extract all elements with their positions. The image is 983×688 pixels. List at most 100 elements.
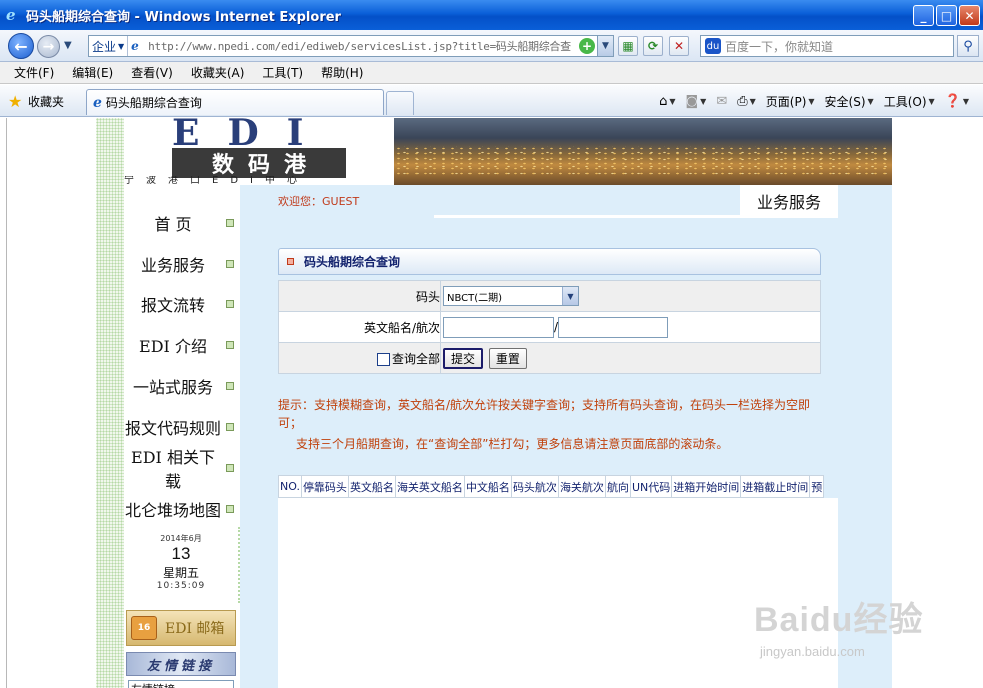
form-row-vessel: 英文船名/航次 /	[278, 311, 821, 343]
sidebar-item-code-rules[interactable]: 报文代码规则	[124, 412, 240, 442]
sidebar-item-edi-intro[interactable]: EDI 介绍	[124, 330, 240, 360]
decorative-border-left	[96, 118, 126, 688]
mail-button[interactable]: ✉	[716, 94, 727, 109]
print-button[interactable]: ⎙ ▼	[737, 94, 756, 109]
close-button[interactable]: ✕	[959, 5, 980, 26]
bullet-icon	[226, 505, 234, 513]
tab-current[interactable]: e 码头船期综合查询	[86, 89, 384, 115]
refresh-icon[interactable]: ⟳	[643, 36, 663, 56]
command-bar: ⌂ ▼ ◙ ▼ ✉ ⎙ ▼ 页面(P) ▼ 安全(S) ▼ 工具(O) ▼ ❓ ▼	[659, 93, 969, 110]
results-table-header: NO. 停靠码头 英文船名 海关英文船名 中文船名 码头航次 海关航次 航向 U…	[278, 475, 825, 498]
tools-menu-label: 工具(O)	[883, 95, 927, 109]
site-banner: E D I 数 码 港 宁波港口EDI中心	[124, 118, 892, 185]
col-terminal-voyage: 码头航次	[510, 475, 559, 498]
chevron-down-icon: ▼	[749, 97, 756, 106]
star-icon[interactable]: ★	[8, 92, 22, 111]
menu-edit[interactable]: 编辑(E)	[66, 64, 119, 81]
watermark-url: jingyan.baidu.com	[760, 644, 865, 659]
sidebar-item-downloads[interactable]: EDI 相关下载	[124, 444, 240, 492]
back-button[interactable]: ←	[8, 33, 34, 59]
sidebar-item-label: 业务服务	[124, 252, 222, 276]
vessel-label: 英文船名/航次	[278, 311, 441, 343]
bullet-icon	[226, 423, 234, 431]
col-eta-truncated: 预	[809, 475, 825, 498]
menu-view[interactable]: 查看(V)	[125, 64, 179, 81]
friend-links-select[interactable]: 友情链接	[128, 680, 234, 688]
sidebar-item-label: 北仑堆场地图	[124, 497, 222, 521]
sidebar-item-yard-map[interactable]: 北仑堆场地图	[124, 494, 240, 524]
chevron-down-icon[interactable]: ▼	[562, 287, 578, 305]
site-logo[interactable]: E D I 数 码 港 宁波港口EDI中心	[124, 118, 394, 185]
address-field[interactable]: 企业 ▼ e http://www.npedi.com/edi/ediweb/se…	[88, 35, 614, 57]
search-button[interactable]: ⚲	[957, 35, 979, 57]
panel-title: 码头船期综合查询	[304, 255, 401, 269]
col-gate-close: 进箱截止时间	[740, 475, 811, 498]
sidebar-item-business[interactable]: 业务服务	[124, 249, 240, 279]
menu-file[interactable]: 文件(F)	[8, 64, 60, 81]
tools-menu[interactable]: 工具(O) ▼	[884, 93, 935, 110]
forward-button[interactable]: →	[37, 35, 60, 58]
submit-button[interactable]: 提交	[443, 347, 484, 369]
window-controls: _ □ ✕	[913, 5, 980, 26]
query-all-checkbox[interactable]	[376, 352, 390, 366]
section-tab-business[interactable]: 业务服务	[740, 185, 838, 217]
page-icon: e	[131, 39, 139, 53]
menu-bar: 文件(F) 编辑(E) 查看(V) 收藏夹(A) 工具(T) 帮助(H)	[0, 62, 983, 84]
chevron-down-icon: ▼	[669, 97, 676, 106]
feeds-button[interactable]: ◙ ▼	[686, 94, 707, 109]
address-dropdown-button[interactable]: ▼	[597, 36, 613, 56]
add-icon[interactable]: +	[579, 38, 595, 54]
search-field[interactable]: du 百度一下，你就知道	[700, 35, 954, 57]
reset-button[interactable]: 重置	[488, 347, 527, 369]
sidebar-item-message-flow[interactable]: 报文流转	[124, 289, 240, 319]
terminal-cell: NBCT(二期) ▼	[440, 280, 821, 312]
history-dropdown-icon[interactable]: ▼	[64, 40, 72, 51]
logo-char: 数	[211, 152, 234, 178]
bullet-icon	[287, 258, 294, 265]
sidebar-item-label: EDI 介绍	[124, 333, 222, 357]
sidebar-item-label: EDI 相关下载	[124, 444, 222, 492]
bullet-icon	[226, 341, 234, 349]
sidebar-item-home[interactable]: 首 页	[124, 208, 240, 238]
sidebar-item-one-stop[interactable]: 一站式服务	[124, 371, 240, 401]
maximize-button[interactable]: □	[936, 5, 957, 26]
menu-favorites[interactable]: 收藏夹(A)	[185, 64, 251, 81]
minimize-button[interactable]: _	[913, 5, 934, 26]
safety-menu[interactable]: 安全(S) ▼	[825, 93, 874, 110]
logo-edi: E D I	[172, 118, 352, 151]
col-direction: 航向	[604, 475, 631, 498]
home-button[interactable]: ⌂ ▼	[659, 94, 675, 109]
chevron-down-icon: ▼	[118, 41, 125, 51]
watermark-logo: Baidu经验	[754, 601, 924, 639]
url-text[interactable]: http://www.npedi.com/edi/ediweb/services…	[148, 38, 579, 54]
page-menu[interactable]: 页面(P) ▼	[766, 93, 815, 110]
query-all-label: 查询全部	[391, 351, 440, 366]
bullet-icon	[226, 464, 234, 472]
voyage-input[interactable]	[558, 316, 669, 338]
baidu-jingyan-watermark: Baidu经验 jingyan.baidu.com	[750, 582, 975, 682]
page-menu-label: 页面(P)	[765, 95, 807, 109]
hint-text-1: 提示：支持模糊查询，英文船名/航次允许按关键字查询；支持所有码头查询，在码头一栏…	[278, 398, 811, 430]
menu-help[interactable]: 帮助(H)	[315, 64, 369, 81]
stop-icon[interactable]: ✕	[669, 36, 689, 56]
help-button[interactable]: ❓ ▼	[945, 94, 969, 109]
zone-tag[interactable]: 企业 ▼	[89, 36, 129, 56]
new-tab-button[interactable]	[386, 91, 414, 115]
terminal-label: 码头	[278, 280, 441, 312]
header-row: NO. 停靠码头 英文船名 海关英文船名 中文船名 码头航次 海关航次 航向 U…	[278, 475, 825, 498]
vessel-name-input[interactable]	[443, 316, 554, 338]
chevron-down-icon: ▼	[867, 97, 874, 106]
bullet-icon	[226, 219, 234, 227]
bullet-icon	[226, 300, 234, 308]
compat-view-icon[interactable]: ▦	[618, 36, 638, 56]
address-toolbar: ← → ▼ 企业 ▼ e http://www.npedi.com/edi/edi…	[0, 30, 983, 62]
mail-icon: 16	[131, 616, 157, 640]
tab-title: 码头船期综合查询	[105, 96, 202, 110]
terminal-select[interactable]: NBCT(二期) ▼	[443, 286, 579, 306]
col-vessel-en: 英文船名	[347, 475, 396, 498]
search-placeholder[interactable]: 百度一下，你就知道	[725, 38, 833, 55]
menu-tools[interactable]: 工具(T)	[256, 64, 309, 81]
query-panel-header: 码头船期综合查询	[278, 248, 821, 275]
edi-mail-link[interactable]: 16 EDI 邮箱	[126, 610, 236, 646]
favorites-button[interactable]: 收藏夹	[28, 93, 64, 110]
